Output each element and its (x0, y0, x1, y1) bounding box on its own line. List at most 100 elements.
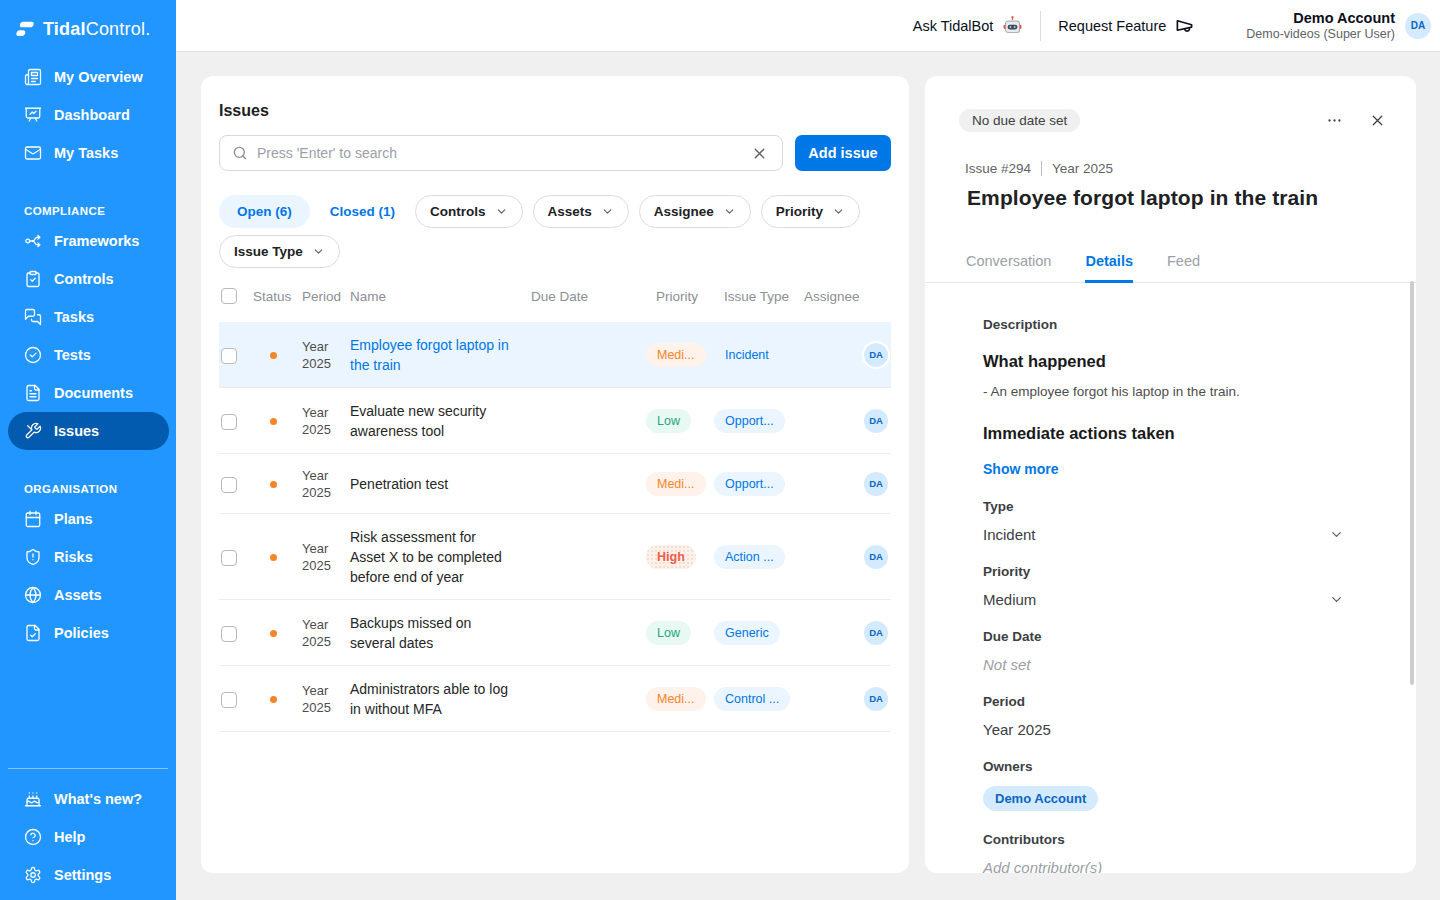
column-header-name: Name (350, 289, 531, 304)
row-checkbox[interactable] (221, 414, 237, 430)
assignee-avatar[interactable]: DA (864, 472, 888, 496)
row-checkbox[interactable] (221, 626, 237, 642)
chevron-down-icon[interactable] (1329, 527, 1344, 542)
field-priority: PriorityMedium (983, 564, 1344, 608)
cell-name[interactable]: Employee forgot laptop in the train (350, 335, 531, 375)
whats-new-icon (24, 790, 42, 808)
sidebar-item-issues[interactable]: Issues (8, 412, 169, 450)
sidebar-item-frameworks[interactable]: Frameworks (8, 222, 169, 260)
issues-panel: Issues Add issue Open (6)Closed (1)Contr… (201, 76, 909, 873)
close-icon[interactable] (1369, 112, 1386, 129)
request-feature-button[interactable]: Request Feature (1058, 16, 1194, 35)
my-overview-icon (24, 68, 42, 86)
brand-name: TidalControl. (43, 19, 150, 40)
field-value: Year 2025 (983, 721, 1344, 738)
assignee-avatar[interactable]: DA (864, 621, 888, 645)
meta-divider (1041, 161, 1042, 176)
sidebar-item-policies[interactable]: Policies (8, 614, 169, 652)
add-issue-button[interactable]: Add issue (795, 135, 891, 171)
chevron-down-icon[interactable] (1329, 592, 1344, 607)
account-name: Demo Account (1246, 10, 1395, 26)
sidebar-item-plans[interactable]: Plans (8, 500, 169, 538)
scrollbar-thumb[interactable] (1410, 281, 1414, 685)
clear-search-icon[interactable] (751, 145, 768, 162)
cell-name[interactable]: Risk assessment for Asset X to be comple… (350, 527, 531, 587)
chevron-down-icon (312, 245, 325, 258)
assignee-avatar[interactable]: DA (864, 343, 888, 367)
column-header-issue-type: Issue Type (724, 289, 804, 304)
megaphone-icon (1175, 16, 1194, 35)
sidebar-item-assets[interactable]: Assets (8, 576, 169, 614)
filter-dropdown-controls[interactable]: Controls (415, 195, 523, 228)
priority-pill: Low (646, 409, 691, 433)
sidebar-item-my-overview[interactable]: My Overview (8, 58, 169, 96)
policies-icon (24, 624, 42, 642)
sidebar-item-risks[interactable]: Risks (8, 538, 169, 576)
sidebar-item-tests[interactable]: Tests (8, 336, 169, 374)
description-label: Description (983, 317, 1344, 332)
cell-period: Year 2025 (302, 404, 342, 438)
field-value: Not set (983, 656, 1344, 673)
detail-tab-conversation[interactable]: Conversation (966, 253, 1051, 282)
ask-tidalbot-label: Ask TidalBot (913, 18, 994, 34)
filter-tab-closed[interactable]: Closed (1) (320, 195, 405, 228)
search-input[interactable] (257, 145, 742, 161)
filter-dropdown-issue-type[interactable]: Issue Type (219, 235, 340, 268)
account-avatar[interactable]: DA (1405, 13, 1431, 39)
issue-type-pill: Action ... (714, 545, 785, 569)
assignee-avatar[interactable]: DA (864, 687, 888, 711)
filter-dropdown-assets[interactable]: Assets (533, 195, 629, 228)
field-period: PeriodYear 2025 (983, 694, 1344, 738)
field-value[interactable]: Medium (983, 591, 1344, 608)
chevron-down-icon (601, 205, 614, 218)
status-dot (270, 696, 277, 703)
ask-tidalbot-button[interactable]: Ask TidalBot (913, 15, 1024, 36)
field-label: Type (983, 499, 1344, 514)
filter-tab-open[interactable]: Open (6) (219, 195, 310, 228)
sidebar-section-organisation: ORGANISATION (0, 483, 176, 495)
chevron-down-icon (723, 205, 736, 218)
row-checkbox[interactable] (221, 348, 237, 364)
field-type: Type Incident (983, 499, 1344, 543)
sidebar-item-controls[interactable]: Controls (8, 260, 169, 298)
brand-logo[interactable]: TidalControl. (0, 0, 176, 50)
detail-tab-details[interactable]: Details (1085, 253, 1133, 283)
cell-name[interactable]: Penetration test (350, 474, 531, 494)
show-more-link[interactable]: Show more (983, 461, 1058, 477)
assignee-avatar[interactable]: DA (864, 409, 888, 433)
detail-tab-feed[interactable]: Feed (1167, 253, 1200, 282)
cell-name[interactable]: Evaluate new security awareness tool (350, 401, 531, 441)
row-checkbox[interactable] (221, 477, 237, 493)
field-owners: OwnersDemo Account (983, 759, 1344, 811)
account-info[interactable]: Demo Account Demo-videos (Super User) (1246, 10, 1395, 41)
search-box (219, 135, 783, 171)
select-all-checkbox[interactable] (221, 288, 237, 304)
issue-row-6[interactable]: Year 2025Administrators able to log in w… (219, 666, 891, 732)
cell-name[interactable]: Backups missed on several dates (350, 613, 531, 653)
sidebar-item-dashboard[interactable]: Dashboard (8, 96, 169, 134)
filter-dropdown-priority[interactable]: Priority (761, 195, 860, 228)
sidebar-item-my-tasks[interactable]: My Tasks (8, 134, 169, 172)
table-header: StatusPeriodNameDue DatePriorityIssue Ty… (219, 284, 891, 322)
row-checkbox[interactable] (221, 550, 237, 566)
owner-chip[interactable]: Demo Account (983, 786, 1098, 811)
sidebar-item-help[interactable]: Help (8, 818, 169, 856)
sidebar-item-settings[interactable]: Settings (8, 856, 169, 894)
row-checkbox[interactable] (221, 692, 237, 708)
issue-row-2[interactable]: Year 2025Evaluate new security awareness… (219, 388, 891, 454)
more-options-icon[interactable] (1326, 112, 1343, 129)
sidebar-item-documents[interactable]: Documents (8, 374, 169, 412)
issue-row-1[interactable]: Year 2025Employee forgot laptop in the t… (219, 322, 891, 388)
column-header-due-date: Due Date (531, 289, 656, 304)
sidebar-item-whats-new[interactable]: What's new? (8, 780, 169, 818)
section-body-1: - An employee forgot his laptop in the t… (983, 384, 1344, 399)
issue-row-3[interactable]: Year 2025Penetration testMedi...Opport..… (219, 454, 891, 514)
sidebar-item-tasks[interactable]: Tasks (8, 298, 169, 336)
cell-name[interactable]: Administrators able to log in without MF… (350, 679, 531, 719)
issue-type-pill: Generic (714, 621, 780, 645)
issue-row-5[interactable]: Year 2025Backups missed on several dates… (219, 600, 891, 666)
filter-dropdown-assignee[interactable]: Assignee (639, 195, 751, 228)
issue-row-4[interactable]: Year 2025Risk assessment for Asset X to … (219, 514, 891, 600)
field-value[interactable]: Incident (983, 526, 1344, 543)
assignee-avatar[interactable]: DA (864, 545, 888, 569)
